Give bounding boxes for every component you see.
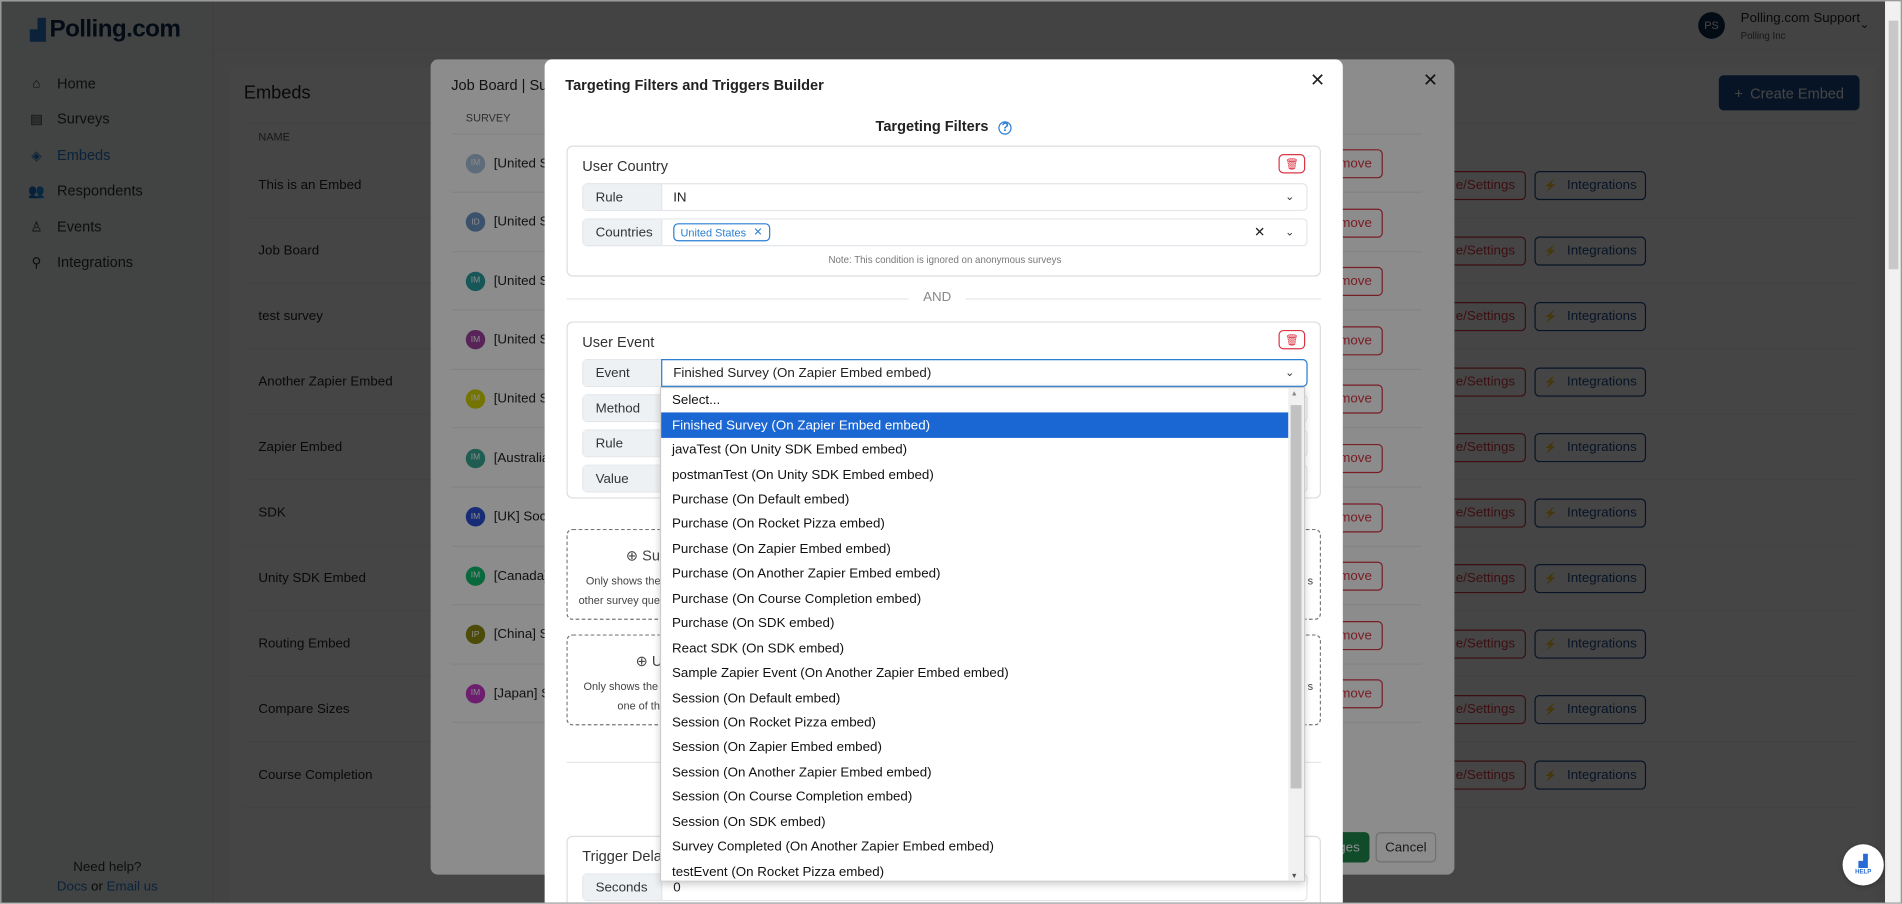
dropdown-option[interactable]: Survey Completed (On Another Zapier Embe…	[661, 835, 1289, 860]
help-button[interactable]: ▟ HELP	[1842, 844, 1884, 886]
event-label: Event	[583, 360, 663, 386]
dropdown-option[interactable]: Purchase (On Course Completion embed)	[661, 587, 1289, 612]
event-value: Finished Survey (On Zapier Embed embed)	[673, 365, 932, 381]
clear-icon[interactable]: ✕	[1254, 224, 1265, 241]
and-label: AND	[908, 289, 966, 305]
event-select[interactable]: Event Finished Survey (On Zapier Embed em…	[582, 359, 1308, 387]
trigger-delay-title: Trigger Delay	[582, 847, 670, 865]
section-title: Targeting Filters ?	[545, 118, 1343, 135]
event-dropdown-list[interactable]: Select... Finished Survey (On Zapier Embe…	[659, 386, 1306, 882]
anonymous-note: Note: This condition is ignored on anony…	[828, 254, 1062, 266]
dropdown-option[interactable]: Purchase (On Rocket Pizza embed)	[661, 512, 1289, 537]
chevron-down-icon[interactable]: ⌄	[1285, 190, 1294, 203]
trash-icon[interactable]: 🗑	[1278, 329, 1306, 350]
box-description-end: s	[1307, 680, 1314, 693]
page-scrollbar[interactable]	[1885, 1, 1901, 903]
dropdown-option[interactable]: Purchase (On Default embed)	[661, 487, 1289, 512]
dropdown-option[interactable]: Session (On SDK embed)	[661, 810, 1289, 835]
add-filter-title: ⊕ Su	[625, 547, 660, 565]
dropdown-option[interactable]: Session (On Rocket Pizza embed)	[661, 711, 1289, 736]
modal-title: Targeting Filters and Triggers Builder	[565, 76, 824, 94]
dropdown-option[interactable]: Session (On Another Zapier Embed embed)	[661, 760, 1289, 785]
trash-icon[interactable]: 🗑	[1278, 154, 1306, 174]
countries-label: Countries	[583, 219, 663, 246]
dropdown-option[interactable]: Session (On Course Completion embed)	[661, 785, 1289, 810]
dropdown-option[interactable]: Purchase (On Zapier Embed embed)	[661, 537, 1289, 562]
help-circle-icon[interactable]: ?	[998, 121, 1012, 135]
chevron-down-icon[interactable]: ⌄	[1285, 366, 1294, 379]
dropdown-option[interactable]: Select...	[661, 388, 1289, 413]
scroll-up-icon[interactable]: ▲	[1291, 391, 1298, 398]
seconds-label: Seconds	[583, 874, 663, 901]
scroll-down-icon[interactable]: ▼	[1291, 873, 1298, 880]
user-country-filter: User Country 🗑 Rule IN ⌄ Countries United S…	[566, 145, 1321, 277]
dropdown-option[interactable]: Finished Survey (On Zapier Embed embed)	[661, 412, 1290, 438]
plus-circle-icon: ⊕	[625, 547, 639, 565]
countries-select[interactable]: Countries United States ✕ ✕ ⌄	[582, 218, 1308, 247]
rule-label: Rule	[583, 430, 663, 457]
box-description-end: s	[1307, 574, 1314, 588]
rule-select[interactable]: Rule IN ⌄	[582, 183, 1308, 212]
scrollbar-thumb[interactable]	[1290, 405, 1302, 789]
dropdown-option[interactable]: Session (On Zapier Embed embed)	[661, 735, 1289, 760]
plus-circle-icon: ⊕	[635, 652, 648, 670]
box-description: Only shows the s	[583, 680, 667, 693]
close-icon[interactable]: ✕	[1310, 69, 1325, 91]
method-label: Method	[583, 395, 663, 421]
dropdown-option[interactable]: testEvent (On Rocket Pizza embed)	[661, 859, 1289, 880]
country-tag: United States ✕	[673, 223, 770, 242]
filter-title: User Country	[582, 157, 668, 175]
rule-value: IN	[673, 189, 687, 205]
browser-viewport: ▟Polling.com ⌂Home▤Surveys◈Embeds👥Respon…	[0, 0, 1902, 904]
filter-title: User Event	[582, 333, 655, 351]
box-description: Only shows the	[585, 574, 661, 588]
remove-tag-icon[interactable]: ✕	[753, 226, 762, 239]
chevron-down-icon[interactable]: ⌄	[1285, 226, 1294, 239]
dropdown-option[interactable]: Purchase (On Another Zapier Embed embed)	[661, 562, 1289, 587]
page-scrollbar-thumb[interactable]	[1888, 20, 1899, 270]
dropdown-option[interactable]: postmanTest (On Unity SDK Embed embed)	[661, 463, 1289, 488]
value-label: Value	[583, 465, 663, 492]
dropdown-option[interactable]: Purchase (On SDK embed)	[661, 611, 1289, 636]
logo-icon: ▟	[1858, 854, 1868, 868]
box-description-2: one of th	[617, 699, 660, 713]
dropdown-option[interactable]: React SDK (On SDK embed)	[661, 636, 1289, 661]
rule-label: Rule	[583, 184, 663, 210]
dropdown-scrollbar[interactable]: ▲ ▼	[1288, 388, 1304, 881]
dropdown-option[interactable]: Session (On Default embed)	[661, 686, 1289, 711]
dropdown-option[interactable]: Sample Zapier Event (On Another Zapier E…	[661, 661, 1289, 686]
add-filter-title: ⊕ U	[635, 652, 663, 670]
dropdown-option[interactable]: javaTest (On Unity SDK Embed embed)	[661, 438, 1289, 463]
box-description-2: other survey ques	[578, 594, 666, 607]
